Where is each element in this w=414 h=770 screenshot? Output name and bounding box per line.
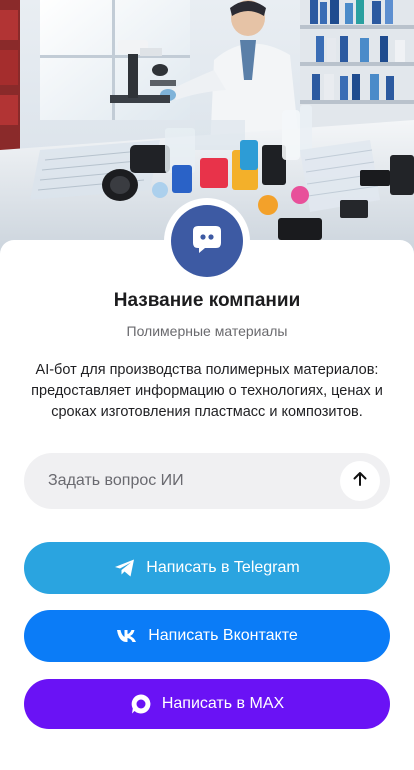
company-description: AI-бот для производства полимерных матер…: [31, 362, 383, 420]
max-button[interactable]: Написать в MAX: [24, 679, 390, 729]
ask-ai-input[interactable]: [48, 453, 338, 509]
vk-button-label: Написать Вконтакте: [148, 627, 298, 644]
chat-bot-icon: [190, 222, 224, 261]
vk-icon: [116, 629, 138, 643]
send-button[interactable]: [340, 461, 380, 501]
page: Название компании Полимерные материалы A…: [0, 0, 414, 770]
telegram-button-label: Написать в Telegram: [146, 559, 300, 576]
max-icon: [130, 693, 152, 715]
company-name: Название компании: [113, 290, 301, 311]
max-button-label: Написать в MAX: [161, 695, 285, 712]
telegram-button[interactable]: Написать в Telegram: [24, 542, 390, 594]
vk-button[interactable]: Написать Вконтакте: [24, 610, 390, 662]
avatar-circle: [171, 205, 243, 277]
telegram-icon: [114, 558, 136, 578]
avatar: [164, 198, 250, 284]
company-category: Полимерные материалы: [126, 323, 288, 339]
arrow-up-icon: [351, 470, 369, 493]
ask-ai-field: [24, 453, 390, 509]
